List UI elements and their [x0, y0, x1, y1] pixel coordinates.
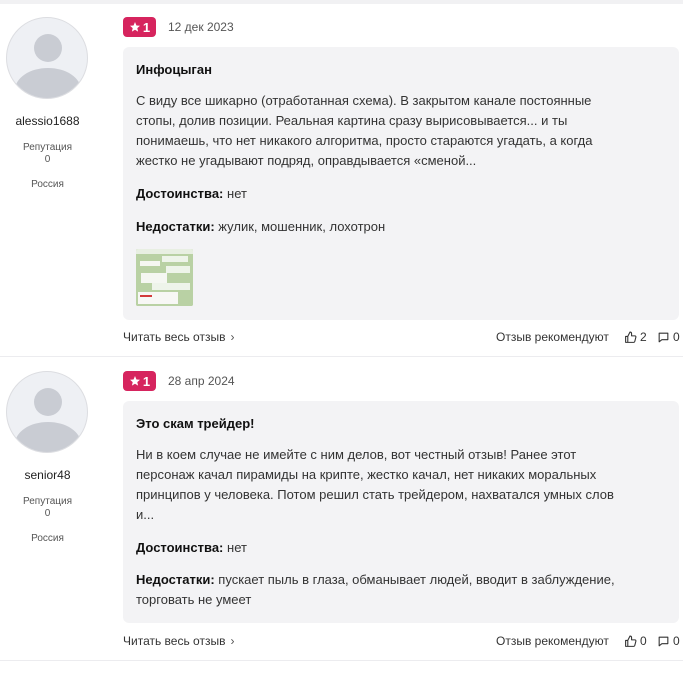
comment-icon: [658, 332, 669, 342]
comment-count: 0: [673, 634, 680, 648]
review-date: 28 апр 2024: [168, 374, 235, 388]
pros-value: нет: [227, 186, 247, 201]
review-text-line: понимаешь, что нет никакого алгоритма, п…: [136, 133, 593, 148]
default-avatar-icon[interactable]: [6, 17, 88, 99]
thumbs-up-icon: [625, 331, 637, 343]
review-text-line: Ни в коем случае не имейте с ним делов, …: [136, 447, 577, 462]
review-text-line: жестко не угадывают подряд, оправдываетс…: [136, 153, 477, 168]
username[interactable]: senior48: [0, 468, 95, 482]
thumbs-up-icon: [625, 635, 637, 647]
reputation-label: Репутация: [23, 142, 72, 153]
pros-label: Достоинства:: [136, 540, 224, 555]
review-text-line: и...: [136, 507, 155, 522]
review-text-line: персонаж качал пирамиды на крипте, жестк…: [136, 467, 597, 482]
star-icon: [129, 22, 140, 32]
rating-value: 1: [142, 19, 151, 35]
review-date: 12 дек 2023: [168, 20, 234, 34]
review-text: С виду все шикарно (отработанная схема).…: [136, 91, 666, 171]
read-full-review-link[interactable]: Читать весь отзыв ›: [123, 634, 234, 648]
review-divider: [0, 356, 683, 357]
recommend-label: Отзыв рекомендуют: [496, 330, 609, 344]
cons-label: Недостатки:: [136, 572, 215, 587]
read-full-review-label: Читать весь отзыв: [123, 330, 226, 344]
like-button[interactable]: 0: [624, 634, 647, 648]
cons-value: торговать не умеет: [136, 592, 252, 607]
star-icon: [129, 376, 140, 386]
review-text-line: С виду все шикарно (отработанная схема).…: [136, 93, 592, 108]
cons-value: жулик, мошенник, лохотрон: [218, 219, 386, 234]
chevron-right-icon: ›: [230, 634, 235, 648]
comment-button[interactable]: 0: [657, 634, 680, 648]
user-country: Россия: [31, 533, 64, 544]
review-text-line: стопы, долив позиции. Реальная картина с…: [136, 113, 568, 128]
like-count: 2: [640, 330, 647, 344]
default-avatar-icon[interactable]: [6, 371, 88, 453]
review-title[interactable]: Это скам трейдер!: [136, 416, 254, 431]
review-card: Это скам трейдер! Ни в коем случае не им…: [123, 401, 679, 623]
review-text: Ни в коем случае не имейте с ним делов, …: [136, 445, 666, 525]
pros-value: нет: [227, 540, 247, 555]
cons-label: Недостатки:: [136, 219, 215, 234]
rating-badge: 1: [123, 17, 156, 37]
rating-value: 1: [142, 373, 151, 389]
recommend-label: Отзыв рекомендуют: [496, 634, 609, 648]
chevron-right-icon: ›: [230, 330, 235, 344]
review-photo-thumbnail[interactable]: [136, 249, 193, 306]
cons-value: пускает пыль в глаза, обманывает людей, …: [218, 572, 615, 587]
cons: Недостатки: пускает пыль в глаза, обманы…: [136, 570, 666, 610]
pros: Достоинства: нет: [136, 540, 247, 555]
reputation-value: 0: [44, 508, 51, 519]
pros-label: Достоинства:: [136, 186, 224, 201]
comment-count: 0: [673, 330, 680, 344]
reputation-value: 0: [44, 154, 51, 165]
top-divider: [0, 0, 683, 4]
review-text-line: принципов у человека. Потом решил стать …: [136, 487, 614, 502]
reputation-label: Репутация: [23, 496, 72, 507]
review-card: Инфоцыган С виду все шикарно (отработанн…: [123, 47, 679, 320]
review-title[interactable]: Инфоцыган: [136, 62, 212, 77]
cons: Недостатки: жулик, мошенник, лохотрон: [136, 219, 385, 234]
comment-button[interactable]: 0: [657, 330, 680, 344]
pros: Достоинства: нет: [136, 186, 247, 201]
like-button[interactable]: 2: [624, 330, 647, 344]
review-divider: [0, 660, 683, 661]
rating-badge: 1: [123, 371, 156, 391]
read-full-review-label: Читать весь отзыв: [123, 634, 226, 648]
read-full-review-link[interactable]: Читать весь отзыв ›: [123, 330, 234, 344]
username[interactable]: alessio1688: [0, 114, 95, 128]
like-count: 0: [640, 634, 647, 648]
user-country: Россия: [31, 179, 64, 190]
comment-icon: [658, 636, 669, 646]
